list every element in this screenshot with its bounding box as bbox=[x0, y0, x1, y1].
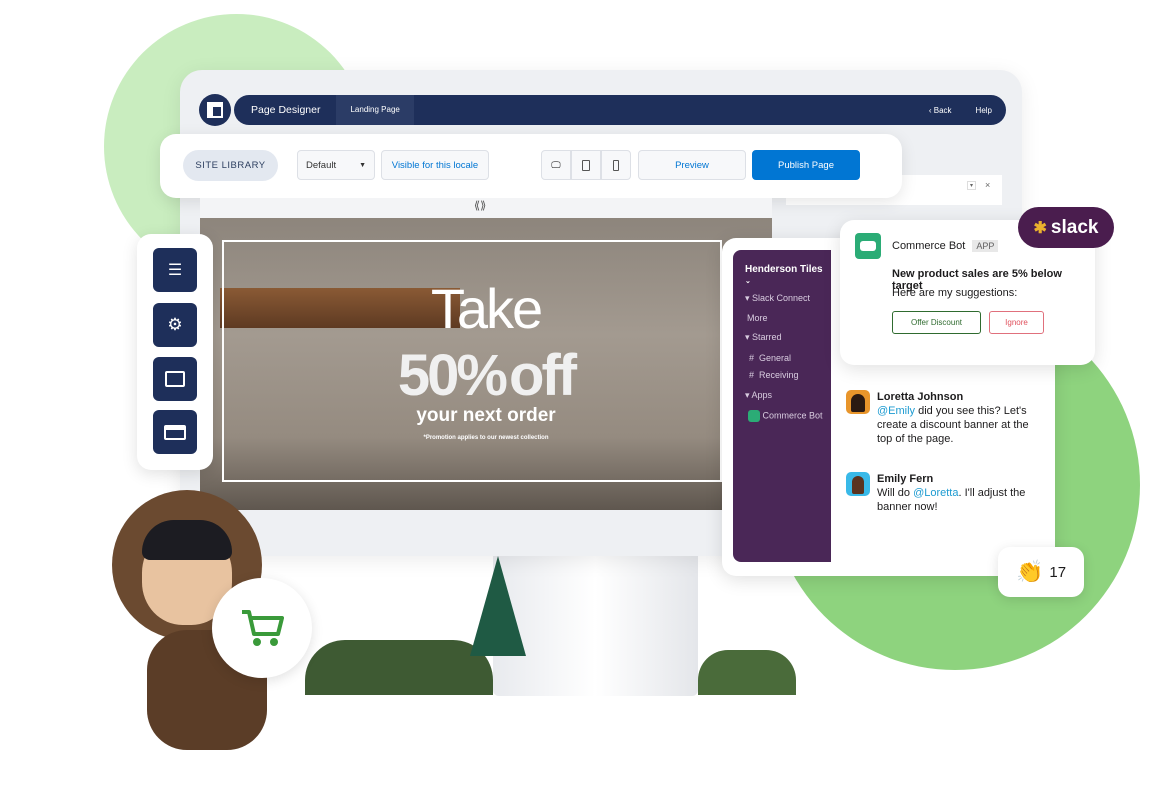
assets-button[interactable] bbox=[153, 357, 197, 401]
tool-panel: ☰ ⚙ bbox=[137, 234, 213, 470]
cart-badge[interactable] bbox=[212, 578, 312, 678]
bushes bbox=[305, 640, 493, 695]
drag-handle-icon[interactable]: ⟪⟫ bbox=[474, 199, 486, 212]
layout-icon bbox=[207, 102, 223, 118]
bushes-right bbox=[698, 650, 796, 695]
section-starred[interactable]: ▾ Starred bbox=[745, 332, 782, 343]
section-apps[interactable]: ▾ Apps bbox=[745, 390, 772, 401]
settings-button[interactable]: ⚙ bbox=[153, 303, 197, 347]
channel-general[interactable]: # General bbox=[749, 353, 791, 363]
top-nav-bar: Page Designer Landing Page ‹ Back Help bbox=[234, 95, 1006, 125]
author-name: Emily Fern bbox=[877, 473, 934, 485]
components-button[interactable]: ☰ bbox=[153, 248, 197, 292]
canvas-strip: ⟪⟫ bbox=[200, 198, 772, 218]
close-icon[interactable]: × bbox=[985, 180, 990, 190]
banner-discount: 50%off bbox=[397, 343, 577, 408]
clapping-hands-icon: 👏 bbox=[1015, 559, 1044, 584]
locale-select[interactable]: Default ▼ bbox=[297, 150, 375, 180]
ignore-button[interactable]: Ignore bbox=[989, 311, 1044, 334]
channel-receiving[interactable]: # Receiving bbox=[749, 370, 799, 380]
app-commerce-bot[interactable]: Commerce Bot bbox=[748, 410, 823, 422]
chevron-down-icon: ▼ bbox=[359, 161, 366, 169]
tree bbox=[470, 556, 526, 656]
section-more[interactable]: More bbox=[747, 313, 768, 323]
avatar bbox=[846, 390, 870, 414]
robot-icon bbox=[855, 233, 881, 259]
dropdown-icon[interactable]: ▾ bbox=[967, 181, 977, 190]
workspace-name[interactable]: Henderson Tiles ⌄ bbox=[745, 264, 831, 286]
bot-subtext: Here are my suggestions: bbox=[892, 287, 1018, 299]
slack-icon: ✱ bbox=[1033, 219, 1047, 237]
back-link[interactable]: ‹ Back bbox=[929, 106, 952, 115]
message-emily: Emily Fern Will do @Loretta. I'll adjust… bbox=[846, 472, 1036, 514]
tablet-view-button[interactable] bbox=[571, 150, 601, 180]
slack-logo-badge: ✱ slack bbox=[1018, 207, 1114, 248]
site-library-button[interactable]: SITE LIBRARY bbox=[183, 150, 278, 181]
slack-sidebar: Henderson Tiles ⌄ ▾ Slack Connect More ▾… bbox=[733, 250, 831, 562]
hero-banner[interactable]: Take 50%off your next order *Promotion a… bbox=[200, 218, 772, 510]
page-designer-logo[interactable] bbox=[199, 94, 231, 126]
payments-button[interactable] bbox=[153, 410, 197, 454]
offer-discount-button[interactable]: Offer Discount bbox=[892, 311, 981, 334]
bot-name: Commerce Bot bbox=[892, 240, 966, 252]
mobile-icon bbox=[613, 159, 619, 171]
robot-icon bbox=[748, 410, 760, 422]
visibility-button[interactable]: Visible for this locale bbox=[381, 150, 489, 180]
message-loretta: Loretta Johnson @Emily did you see this?… bbox=[846, 390, 1036, 446]
tablet-icon bbox=[582, 159, 590, 171]
publish-page-button[interactable]: Publish Page bbox=[752, 150, 860, 180]
folder-wrench-icon bbox=[165, 371, 185, 387]
mention[interactable]: @Emily bbox=[877, 405, 915, 417]
reaction-badge[interactable]: 👏 17 bbox=[998, 547, 1084, 597]
preview-button[interactable]: Preview bbox=[638, 150, 746, 180]
mention[interactable]: @Loretta bbox=[913, 487, 958, 499]
author-name: Loretta Johnson bbox=[877, 391, 964, 403]
tab-landing-page[interactable]: Landing Page bbox=[336, 95, 414, 125]
shopping-cart-icon bbox=[242, 610, 284, 646]
app-badge: APP bbox=[972, 240, 999, 252]
help-link[interactable]: Help bbox=[976, 106, 992, 115]
banner-subtitle: your next order bbox=[416, 405, 556, 426]
desktop-icon: 🖵 bbox=[551, 159, 561, 171]
credit-card-icon bbox=[164, 424, 186, 440]
banner-note: *Promotion applies to our newest collect… bbox=[423, 435, 549, 441]
gear-icon: ⚙ bbox=[167, 315, 183, 334]
desktop-view-button[interactable]: 🖵 bbox=[541, 150, 571, 180]
mobile-view-button[interactable] bbox=[601, 150, 631, 180]
avatar bbox=[846, 472, 870, 496]
app-title: Page Designer bbox=[251, 104, 321, 116]
section-slack-connect[interactable]: ▾ Slack Connect bbox=[745, 293, 810, 304]
toolbar: SITE LIBRARY Default ▼ Visible for this l… bbox=[160, 134, 902, 198]
banner-take: Take bbox=[430, 277, 543, 340]
list-icon: ☰ bbox=[167, 262, 183, 279]
chevron-down-icon: ⌄ bbox=[745, 278, 751, 285]
